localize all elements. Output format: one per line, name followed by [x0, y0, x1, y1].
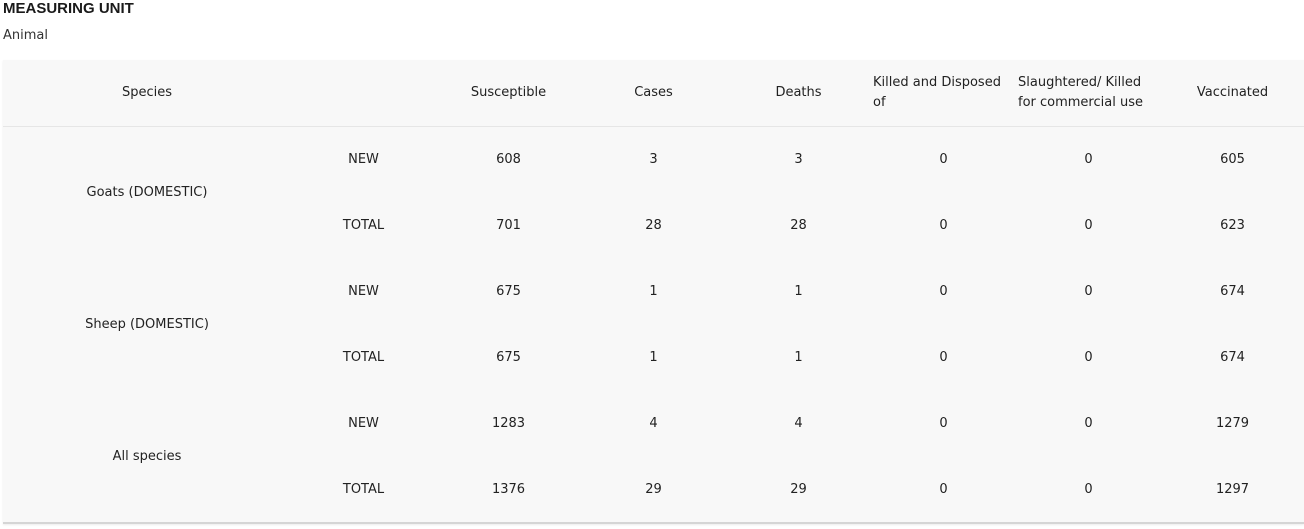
header-species: Species — [3, 60, 291, 127]
vaccinated-cell: 623 — [1220, 217, 1245, 233]
header-cases: Cases — [581, 60, 726, 127]
susceptible-cell: 1376 — [491, 481, 526, 497]
cases-cell: 29 — [645, 481, 662, 497]
susceptible-cell: 608 — [496, 151, 521, 167]
row-type-cell: NEW — [348, 415, 379, 431]
slaughtered-cell: 0 — [1084, 349, 1093, 365]
header-slaughtered: Slaughtered/ Killed for commercial use — [1016, 60, 1161, 127]
header-vaccinated: Vaccinated — [1161, 60, 1304, 127]
vaccinated-cell: 1297 — [1215, 481, 1250, 497]
row-type-cell: NEW — [348, 283, 379, 299]
slaughtered-cell: 0 — [1084, 415, 1093, 431]
killed-cell: 0 — [939, 349, 948, 365]
slaughtered-cell: 0 — [1084, 481, 1093, 497]
killed-cell: 0 — [939, 283, 948, 299]
measuring-unit-label: MEASURING UNIT — [3, 0, 134, 17]
susceptible-cell: 701 — [496, 217, 521, 233]
cases-cell: 4 — [649, 415, 658, 431]
killed-cell: 0 — [939, 415, 948, 431]
row-type-cell: TOTAL — [342, 217, 385, 233]
table-row: Goats (DOMESTIC) NEW 608 3 3 0 0 605 — [3, 126, 1304, 200]
killed-cell: 0 — [939, 481, 948, 497]
vaccinated-cell: 1279 — [1215, 415, 1250, 431]
cases-cell: 1 — [649, 349, 658, 365]
deaths-cell: 1 — [794, 283, 803, 299]
vaccinated-cell: 674 — [1220, 283, 1245, 299]
species-cell: Sheep (DOMESTIC) — [85, 316, 209, 332]
header-killed-disposed: Killed and Disposed of — [871, 60, 1016, 127]
measuring-unit-value: Animal — [3, 28, 48, 43]
slaughtered-cell: 0 — [1084, 283, 1093, 299]
row-type-cell: NEW — [348, 151, 379, 167]
row-type-cell: TOTAL — [342, 481, 385, 497]
deaths-cell: 28 — [790, 217, 807, 233]
table-row: All species NEW 1283 4 4 0 0 1279 — [3, 390, 1304, 464]
header-row-type — [291, 60, 436, 127]
susceptible-cell: 675 — [496, 283, 521, 299]
deaths-cell: 3 — [794, 151, 803, 167]
slaughtered-cell: 0 — [1084, 217, 1093, 233]
header-deaths: Deaths — [726, 60, 871, 127]
slaughtered-cell: 0 — [1084, 151, 1093, 167]
table-row: Sheep (DOMESTIC) NEW 675 1 1 0 0 674 — [3, 258, 1304, 332]
deaths-cell: 29 — [790, 481, 807, 497]
cases-cell: 3 — [649, 151, 658, 167]
header-susceptible: Susceptible — [436, 60, 581, 127]
cases-cell: 28 — [645, 217, 662, 233]
species-cell: All species — [112, 448, 182, 464]
susceptible-cell: 1283 — [491, 415, 526, 431]
killed-cell: 0 — [939, 217, 948, 233]
susceptible-cell: 675 — [496, 349, 521, 365]
outbreak-table: Species Susceptible Cases Deaths Killed … — [3, 60, 1304, 522]
cases-cell: 1 — [649, 283, 658, 299]
row-type-cell: TOTAL — [342, 349, 385, 365]
species-cell: Goats (DOMESTIC) — [86, 184, 208, 200]
vaccinated-cell: 674 — [1220, 349, 1245, 365]
outbreak-table-card: Species Susceptible Cases Deaths Killed … — [3, 60, 1304, 524]
vaccinated-cell: 605 — [1220, 151, 1245, 167]
deaths-cell: 4 — [794, 415, 803, 431]
killed-cell: 0 — [939, 151, 948, 167]
table-header-row: Species Susceptible Cases Deaths Killed … — [3, 60, 1304, 127]
deaths-cell: 1 — [794, 349, 803, 365]
